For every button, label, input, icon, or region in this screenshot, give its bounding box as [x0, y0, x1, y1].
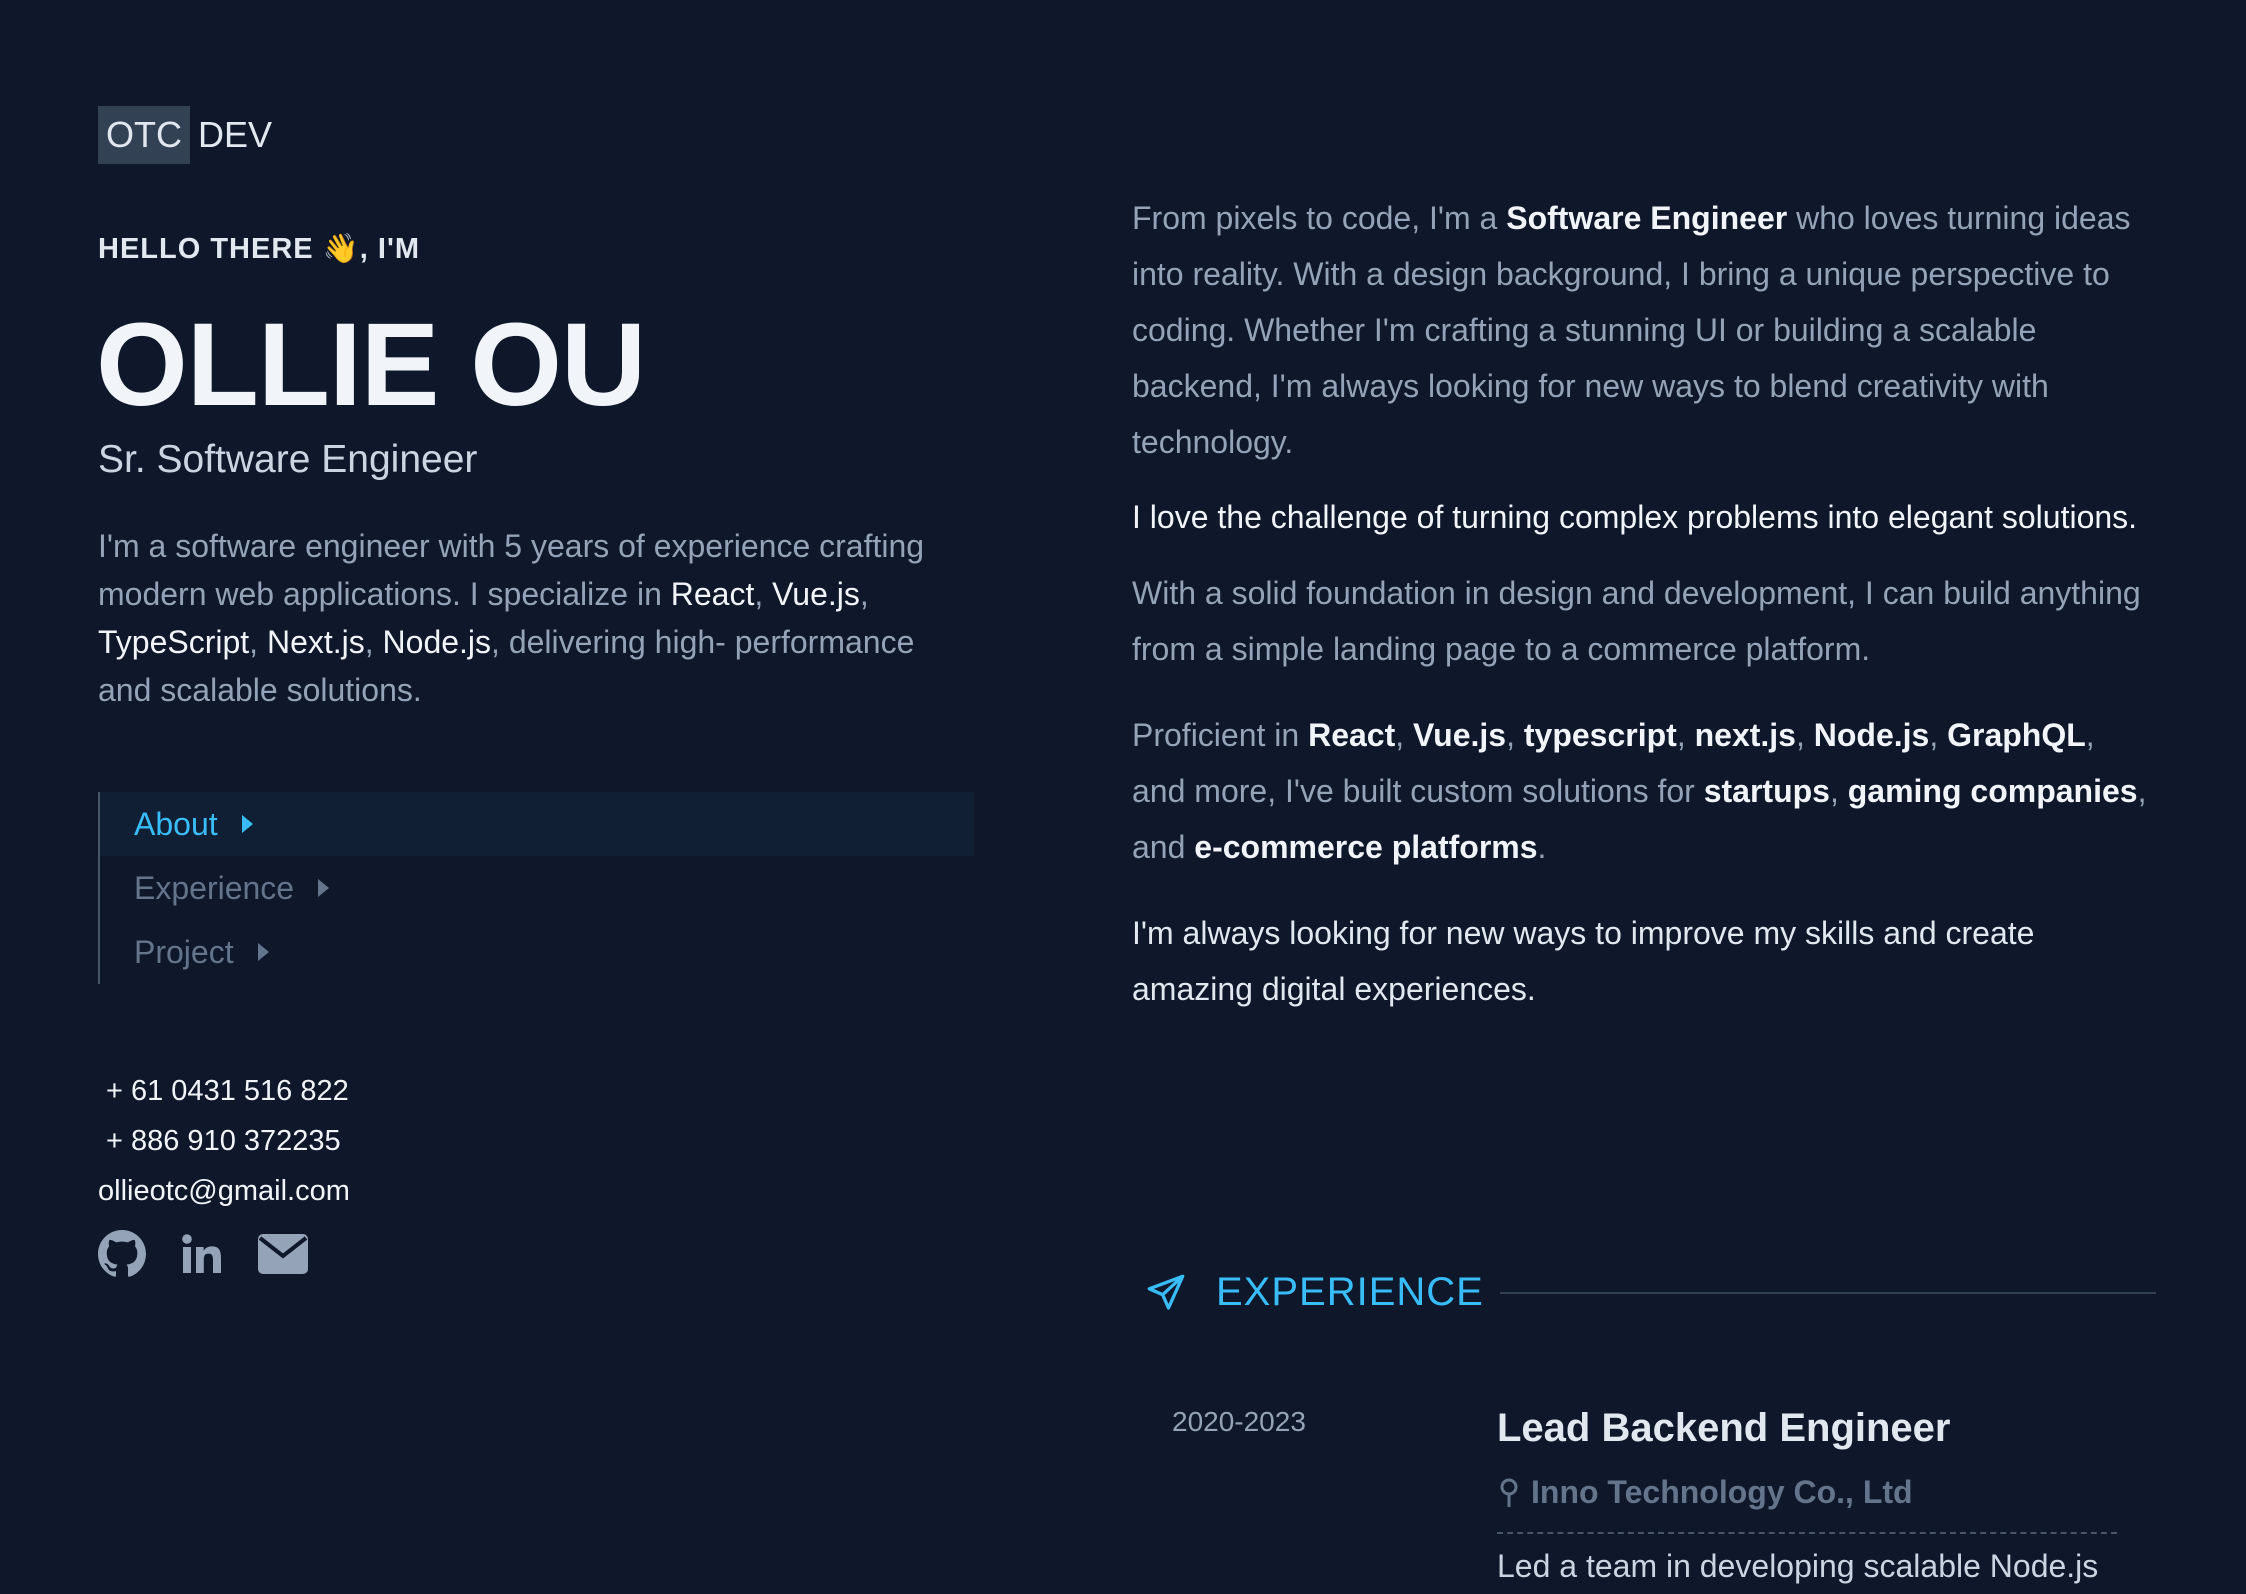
map-pin-icon	[1500, 1478, 1518, 1507]
about-paragraph: With a solid foundation in design and de…	[1132, 575, 2141, 667]
phone-link[interactable]: + 886 910 372235	[98, 1116, 350, 1166]
about-sep: .	[1537, 829, 1547, 865]
about-sep: ,	[1829, 773, 1848, 809]
job-title: Lead Backend Engineer	[1497, 1406, 1951, 1450]
divider	[1499, 1291, 2156, 1294]
job-years: 2020-2023	[1172, 1406, 1306, 1437]
linkedin-icon[interactable]	[178, 1230, 226, 1278]
email-link[interactable]: ollieotc@gmail.com	[98, 1166, 350, 1216]
github-icon[interactable]	[98, 1230, 146, 1278]
contact-info: + 61 0431 516 822 + 886 910 372235 ollie…	[98, 1066, 350, 1216]
bio-tech: Vue.js	[772, 576, 860, 612]
logo-text: DEV	[198, 114, 273, 155]
section-nav: About Experience Project	[98, 792, 974, 984]
nav-item-label: Experience	[134, 869, 295, 906]
nav-item-about[interactable]: About	[100, 792, 974, 856]
about-highlight: typescript	[1523, 717, 1677, 753]
about-sep: ,	[1506, 717, 1524, 753]
bio-tech: React	[670, 576, 755, 612]
about-section: From pixels to code, I'm a Software Engi…	[1132, 190, 2152, 1017]
bio-tech: Next.js	[266, 624, 365, 660]
hero-role: Sr. Software Engineer	[98, 438, 478, 481]
bio-sep: ,	[364, 624, 383, 660]
experience-heading: EXPERIENCE	[1146, 1270, 2156, 1315]
divider	[1497, 1532, 2117, 1534]
about-paragraph: From pixels to code, I'm a Software Engi…	[1132, 190, 2152, 470]
about-text: Proficient in	[1132, 717, 1309, 753]
caret-right-icon	[318, 879, 330, 897]
about-highlight: startups	[1703, 773, 1830, 809]
bio-sep: ,	[754, 576, 773, 612]
page: OTC DEV HELLO THERE 👋, I'M OLLIE OU Sr. …	[0, 0, 2246, 1594]
bio-tech: Node.js	[382, 624, 492, 660]
about-highlight: React	[1308, 717, 1396, 753]
logo[interactable]: OTC DEV	[98, 106, 272, 164]
paper-plane-icon	[1147, 1274, 1185, 1310]
logo-box: OTC	[98, 106, 190, 164]
hero-name: OLLIE OU	[96, 299, 646, 431]
nav-item-label: Project	[134, 933, 234, 970]
about-paragraph: Proficient in React, Vue.js, typescript,…	[1132, 707, 2152, 875]
bio-sep: ,	[249, 624, 267, 660]
job-company: Inno Technology Co., Ltd	[1497, 1474, 1913, 1511]
company-name: Inno Technology Co., Ltd	[1531, 1474, 1913, 1510]
nav-item-experience[interactable]: Experience	[100, 856, 974, 920]
nav-item-label: About	[134, 805, 218, 842]
bio-tech: TypeScript	[98, 624, 250, 660]
about-sep: ,	[1395, 717, 1414, 753]
social-links	[98, 1230, 308, 1278]
about-paragraph: I'm always looking for new ways to impro…	[1132, 915, 2035, 1007]
caret-right-icon	[241, 815, 253, 833]
job-description: Led a team in developing scalable Node.j…	[1497, 1548, 2099, 1584]
about-highlight: Node.js	[1813, 717, 1930, 753]
bio-sep: ,	[859, 576, 869, 612]
phone-link[interactable]: + 61 0431 516 822	[98, 1066, 350, 1116]
about-highlight: Software Engineer	[1506, 200, 1788, 236]
nav-item-project[interactable]: Project	[100, 920, 974, 984]
about-highlight: gaming companies	[1847, 773, 2138, 809]
greeting: HELLO THERE 👋, I'M	[98, 233, 421, 265]
about-sep: ,	[1676, 717, 1695, 753]
mail-icon[interactable]	[258, 1234, 308, 1274]
hero-bio: I'm a software engineer with 5 years of …	[98, 522, 968, 714]
about-paragraph: I love the challenge of turning complex …	[1132, 499, 2138, 535]
caret-right-icon	[257, 943, 269, 961]
about-text: From pixels to code, I'm a	[1132, 200, 1507, 236]
about-text: who loves turning ideas into reality. Wi…	[1132, 200, 2131, 460]
about-highlight: next.js	[1694, 717, 1796, 753]
experience-title: EXPERIENCE	[1216, 1270, 1484, 1314]
about-sep: ,	[1795, 717, 1814, 753]
about-highlight: Vue.js	[1413, 717, 1507, 753]
about-sep: ,	[1929, 717, 1948, 753]
about-highlight: GraphQL	[1947, 717, 2086, 753]
about-highlight: e-commerce platforms	[1194, 829, 1538, 865]
